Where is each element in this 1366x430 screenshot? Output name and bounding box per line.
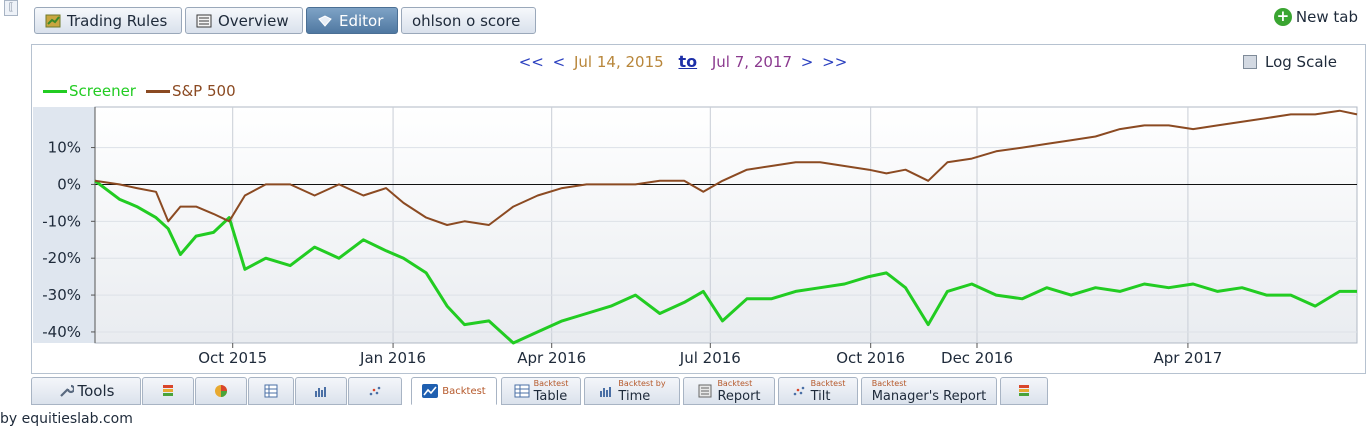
tab-title: Manager's Report bbox=[871, 388, 987, 404]
table-icon bbox=[514, 384, 530, 398]
tab-backtest[interactable]: Backtest bbox=[411, 377, 497, 405]
tab-title: Tilt bbox=[810, 388, 831, 404]
x-tick-label: Apr 2016 bbox=[517, 349, 586, 367]
tab-subtitle: Backtest bbox=[871, 378, 907, 388]
tab-stack[interactable] bbox=[142, 377, 194, 405]
tab-backtest-by-time[interactable]: Backtest by Time bbox=[584, 377, 680, 405]
x-tick-label: Oct 2015 bbox=[198, 349, 267, 367]
tab-title: Time bbox=[618, 388, 651, 404]
y-tick-label: -40% bbox=[42, 323, 81, 341]
x-tick-label: Jan 2016 bbox=[359, 349, 426, 367]
y-tick-label: 10% bbox=[48, 139, 81, 157]
tab-subtitle: Backtest by bbox=[618, 378, 666, 388]
scatter-icon bbox=[793, 386, 804, 396]
x-tick-label: Apr 2017 bbox=[1153, 349, 1222, 367]
x-tick-label: Jul 2016 bbox=[679, 349, 741, 367]
tab-text: Backtest by Time bbox=[618, 378, 666, 404]
tab-text: Backtest Tilt bbox=[810, 378, 846, 404]
tab-title: Table bbox=[533, 388, 568, 404]
wrench-icon bbox=[59, 384, 74, 397]
tab-bars[interactable] bbox=[295, 377, 347, 405]
y-tick-label: -20% bbox=[42, 249, 81, 267]
attribution: by equitieslab.com bbox=[0, 411, 133, 427]
tab-subtitle: Backtest bbox=[717, 378, 753, 388]
tab-managers-report[interactable]: Backtest Manager's Report bbox=[861, 377, 997, 405]
tab-tools[interactable]: Tools bbox=[31, 377, 141, 405]
y-tick-label: -10% bbox=[42, 212, 81, 230]
report-icon bbox=[698, 384, 712, 398]
x-axis: Oct 2015 Jan 2016 Apr 2016 Jul 2016 Oct 2016… bbox=[198, 343, 1222, 367]
tab-pie[interactable] bbox=[195, 377, 247, 405]
pie-icon bbox=[215, 385, 227, 397]
tab-scatter[interactable] bbox=[348, 377, 402, 405]
y-tick-label: -30% bbox=[42, 286, 81, 304]
x-tick-label: Dec 2016 bbox=[941, 349, 1013, 367]
backtest-chart: 10% 0% -10% -20% -30% -40% Oct 2015 Jan 2016 Ap… bbox=[33, 106, 1358, 367]
line-chart-icon bbox=[422, 384, 439, 398]
bars-icon bbox=[600, 387, 612, 397]
stack-icon bbox=[1019, 385, 1029, 396]
tab-grid[interactable] bbox=[248, 377, 294, 405]
tab-backtest-table[interactable]: Backtest Table bbox=[501, 377, 581, 405]
scatter-icon bbox=[369, 386, 381, 396]
grid-icon bbox=[264, 384, 278, 398]
tab-subtitle: Backtest bbox=[810, 378, 846, 388]
y-tick-label: 0% bbox=[57, 175, 81, 193]
tab-stack-extra[interactable] bbox=[1000, 377, 1048, 405]
tab-text: Backtest Manager's Report bbox=[871, 378, 987, 404]
tools-label: Tools bbox=[77, 382, 115, 400]
bottom-tab-bar: Tools Backtest Backtest Table Backtest b… bbox=[0, 377, 1366, 407]
tab-backtest-report[interactable]: Backtest Report bbox=[683, 377, 775, 405]
backtest-label: Backtest bbox=[442, 385, 486, 397]
tab-text: Backtest Report bbox=[717, 378, 761, 404]
stack-icon bbox=[163, 385, 173, 396]
x-tick-label: Oct 2016 bbox=[836, 349, 905, 367]
tab-backtest-tilt[interactable]: Backtest Tilt bbox=[778, 377, 858, 405]
bars-icon bbox=[315, 387, 326, 397]
plot-area bbox=[94, 106, 1358, 344]
tab-text: Backtest Table bbox=[533, 378, 569, 404]
tab-subtitle: Backtest bbox=[533, 378, 569, 388]
tab-title: Report bbox=[717, 388, 761, 404]
